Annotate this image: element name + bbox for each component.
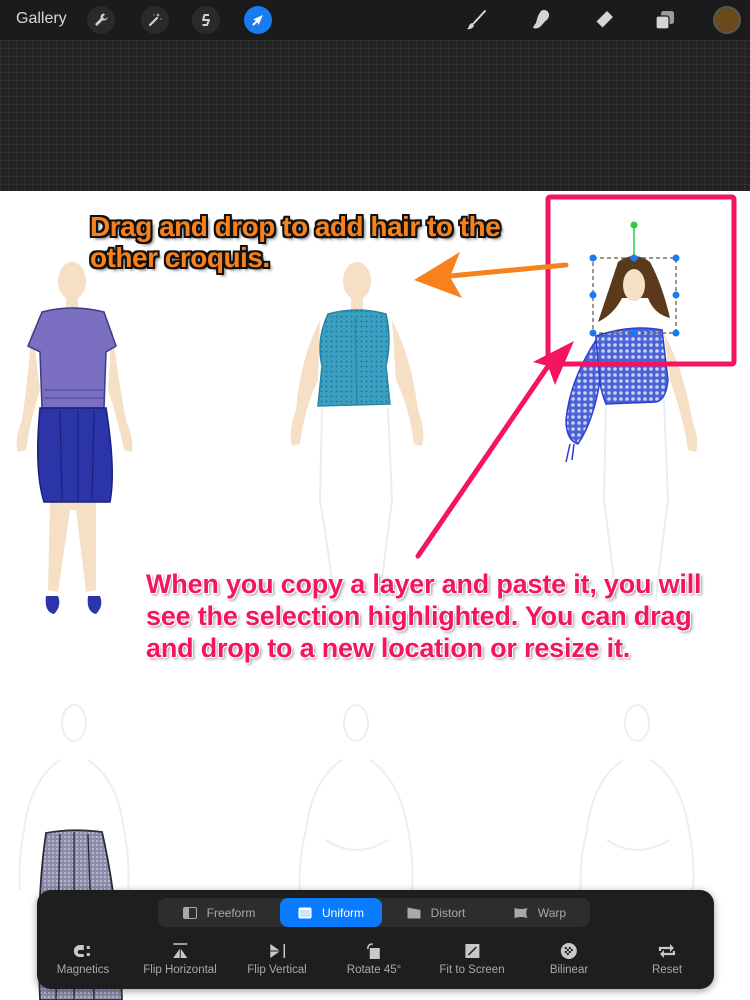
- croquis-blue-one-shoulder-top[interactable]: [565, 256, 698, 601]
- wrench-icon: [95, 13, 108, 26]
- layers-button[interactable]: [651, 6, 679, 34]
- magic-wand-icon: [148, 13, 162, 27]
- erase-button[interactable]: [590, 6, 618, 34]
- mode-distort-label: Distort: [430, 905, 466, 920]
- reset-label: Reset: [651, 964, 683, 976]
- resize-handle[interactable]: [589, 254, 597, 262]
- transform-mode-selector: Freeform Uniform Distort Warp: [158, 898, 590, 927]
- mode-distort[interactable]: Distort: [382, 898, 490, 927]
- rotation-handle[interactable]: [630, 221, 638, 229]
- croquis-blank-3[interactable]: [579, 704, 695, 891]
- transform-actions: Magnetics Flip Horizontal Flip Vertical …: [37, 942, 714, 982]
- drawing-canvas[interactable]: Drag and drop to add hair to the other c…: [0, 191, 750, 1000]
- paint-button[interactable]: [462, 6, 490, 34]
- smudge-finger-icon: [533, 10, 549, 29]
- annotation-drag-hair: Drag and drop to add hair to the other c…: [90, 211, 501, 273]
- rotate-45-label: Rotate 45°: [346, 964, 402, 976]
- flip-horizontal-label: Flip Horizontal: [143, 964, 217, 976]
- fit-to-screen-icon: [464, 944, 479, 958]
- resize-handle[interactable]: [589, 329, 597, 337]
- fit-to-screen-label: Fit to Screen: [439, 964, 505, 976]
- croquis-blank-2[interactable]: [298, 704, 414, 891]
- mode-freeform-label: Freeform: [206, 905, 256, 920]
- annotation-copy-paste: When you copy a layer and paste it, you …: [146, 569, 702, 663]
- warp-icon: [514, 907, 528, 918]
- croquis-purple-top-navy-skirt[interactable]: [16, 262, 133, 614]
- magnetics-label: Magnetics: [56, 964, 110, 976]
- freeform-icon: [182, 906, 197, 919]
- adjustments-button[interactable]: [141, 6, 169, 34]
- reset-button[interactable]: Reset: [652, 942, 682, 976]
- bilinear-button[interactable]: Bilinear: [550, 942, 588, 976]
- flip-vertical-label: Flip Vertical: [247, 964, 307, 976]
- resize-handle[interactable]: [630, 329, 638, 337]
- color-picker-button[interactable]: [713, 6, 741, 34]
- actions-button[interactable]: [87, 6, 115, 34]
- mode-uniform-label: Uniform: [321, 905, 364, 920]
- mode-warp-label: Warp: [537, 905, 567, 920]
- layers-icon: [655, 11, 674, 30]
- rotate-icon: [367, 943, 380, 959]
- reset-icon: [658, 944, 676, 958]
- smudge-button[interactable]: [527, 6, 555, 34]
- mode-warp[interactable]: Warp: [490, 898, 590, 927]
- croquis-teal-top[interactable]: [290, 262, 424, 601]
- transform-panel: Freeform Uniform Distort Warp Magnetics …: [37, 890, 714, 989]
- canvas-background: [0, 40, 750, 191]
- fit-to-screen-button[interactable]: Fit to Screen: [439, 942, 505, 976]
- transform-button[interactable]: [244, 6, 272, 34]
- selection-s-icon: [202, 14, 210, 26]
- magnet-icon: [73, 945, 90, 957]
- brush-icon: [467, 10, 486, 30]
- mode-uniform[interactable]: Uniform: [280, 898, 382, 927]
- eraser-icon: [595, 11, 613, 29]
- arrow-cursor-icon: [252, 15, 263, 26]
- flip-vertical-button[interactable]: Flip Vertical: [247, 942, 307, 976]
- rotate-45-button[interactable]: Rotate 45°: [347, 942, 401, 976]
- resize-handle[interactable]: [589, 291, 597, 299]
- top-toolbar: Gallery: [0, 0, 750, 40]
- flip-vertical-icon: [270, 944, 285, 958]
- selection-button[interactable]: [192, 6, 220, 34]
- bilinear-label: Bilinear: [549, 964, 589, 976]
- resize-handle[interactable]: [630, 254, 638, 262]
- mode-freeform[interactable]: Freeform: [158, 898, 280, 927]
- uniform-icon: [298, 907, 312, 918]
- resize-handle[interactable]: [672, 254, 680, 262]
- bilinear-icon: [560, 943, 577, 959]
- flip-horizontal-icon: [173, 943, 187, 958]
- distort-icon: [407, 907, 421, 918]
- pink-arrow: [415, 341, 574, 559]
- resize-handle[interactable]: [672, 291, 680, 299]
- gallery-button[interactable]: Gallery: [16, 10, 67, 28]
- resize-handle[interactable]: [672, 329, 680, 337]
- magnetics-button[interactable]: Magnetics: [57, 942, 109, 976]
- flip-horizontal-button[interactable]: Flip Horizontal: [143, 942, 217, 976]
